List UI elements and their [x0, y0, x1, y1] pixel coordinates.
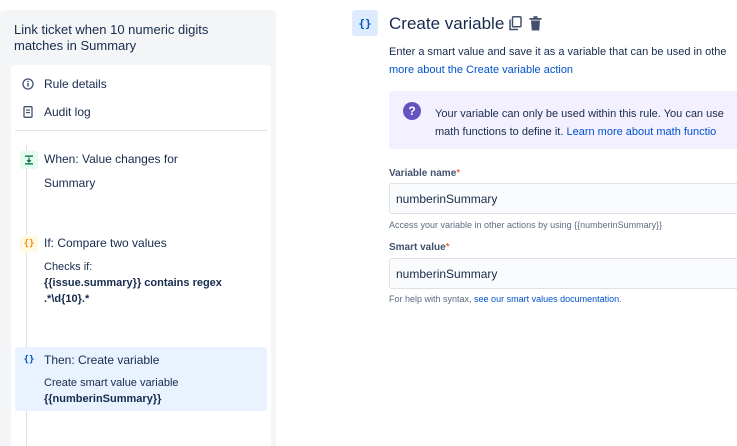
copy-icon[interactable]: [507, 14, 523, 32]
rule-sidebar: Link ticket when 10 numeric digits match…: [0, 10, 276, 446]
rule-details-link[interactable]: Rule details: [21, 75, 107, 93]
create-variable-docs-link[interactable]: more about the Create variable action: [389, 61, 737, 79]
step-description: Create smart value variable {{numberinSu…: [44, 375, 254, 407]
info-circle-icon: [21, 77, 35, 91]
info-line-1: Your variable can only be used within th…: [435, 108, 724, 120]
condition-braces-icon: {}: [20, 235, 38, 253]
step-description: Checks if: {{issue.summary}} contains re…: [44, 259, 254, 307]
required-mark: *: [456, 168, 461, 179]
rule-step-condition[interactable]: {} If: Compare two values Checks if: {{i…: [15, 233, 267, 313]
question-icon: ?: [403, 102, 421, 120]
rule-outline-card: Rule details Audit log When: Value chang…: [11, 65, 271, 446]
action-braces-icon: {}: [23, 355, 35, 365]
trash-icon[interactable]: [527, 14, 543, 32]
smart-value-help-text: For help with syntax,: [389, 294, 475, 304]
intro-text: Enter a smart value and save it as a var…: [389, 46, 727, 58]
variable-name-input[interactable]: [389, 183, 737, 214]
panel-intro: Enter a smart value and save it as a var…: [389, 43, 737, 79]
rule-step-trigger[interactable]: When: Value changes for Summary: [15, 149, 267, 199]
info-line-2-text: math functions to define it.: [435, 126, 567, 138]
variable-name-help: Access your variable in other actions by…: [389, 220, 663, 230]
rule-step-action[interactable]: {} Then: Create variable Create smart va…: [15, 347, 267, 411]
step-title: When: Value changes for: [44, 152, 178, 166]
step-description: Summary: [44, 176, 96, 190]
audit-log-link[interactable]: Audit log: [21, 103, 91, 121]
variable-scope-info-banner: ? Your variable can only be used within …: [389, 91, 737, 149]
info-text: Your variable can only be used within th…: [435, 105, 724, 141]
step-description-variable: {{numberinSummary}}: [44, 393, 162, 405]
step-title: Then: Create variable: [44, 353, 160, 367]
document-icon: [21, 105, 35, 119]
smart-value-label-text: Smart value: [389, 242, 446, 253]
smart-value-help-suffix: .: [619, 294, 622, 304]
required-mark: *: [445, 242, 450, 253]
variable-name-label: Variable name*: [389, 168, 460, 179]
rule-title: Link ticket when 10 numeric digits match…: [14, 22, 209, 53]
step-description-prefix: Create smart value variable: [44, 377, 179, 389]
smart-values-docs-link[interactable]: see our smart values documentation: [474, 294, 619, 304]
trigger-icon: [20, 151, 38, 169]
smart-value-label: Smart value*: [389, 242, 450, 253]
create-variable-braces-icon: {}: [352, 10, 378, 36]
create-variable-panel: {} Create variable Enter a smart value a…: [352, 0, 737, 446]
math-functions-link[interactable]: Learn more about math functio: [566, 126, 716, 138]
variable-name-label-text: Variable name: [389, 168, 457, 179]
nav-divider: [15, 130, 267, 131]
audit-log-label: Audit log: [44, 105, 91, 119]
rule-details-label: Rule details: [44, 77, 107, 91]
step-description-prefix: Checks if:: [44, 261, 93, 273]
info-line-2: math functions to define it. Learn more …: [435, 123, 724, 141]
panel-title: Create variable: [389, 14, 505, 33]
smart-value-input[interactable]: [389, 258, 737, 289]
smart-value-help: For help with syntax, see our smart valu…: [389, 294, 622, 304]
step-title: If: Compare two values: [44, 236, 167, 250]
step-description-expression: {{issue.summary}} contains regex .*\d{10…: [44, 277, 222, 305]
